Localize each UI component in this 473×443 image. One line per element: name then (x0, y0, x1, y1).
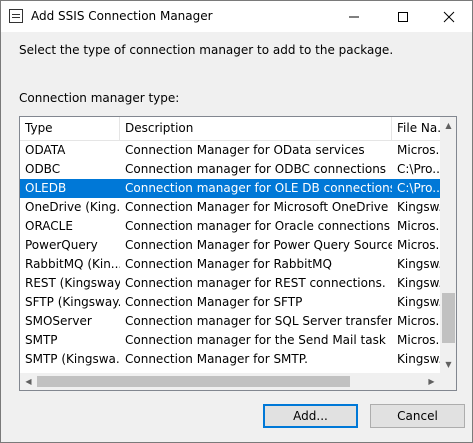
scroll-down-button[interactable]: ▼ (440, 356, 456, 373)
horizontal-scrollbar[interactable]: ◀ ▶ (20, 373, 440, 390)
column-header-description[interactable]: Description (120, 117, 392, 140)
row-description: Connection Manager for RabbitMQ (125, 257, 332, 271)
list-row[interactable]: SMTP Connection manager for the Send Mai… (20, 331, 440, 350)
list-row[interactable]: ODATA Connection Manager for OData servi… (20, 141, 440, 160)
row-file: Kingsw... (397, 200, 440, 214)
row-description: Connection manager for Oracle connection… (125, 219, 391, 233)
horizontal-scroll-thumb[interactable] (37, 376, 350, 387)
connection-type-list[interactable]: Type Description File Na... ODATA Connec… (19, 116, 457, 391)
column-header-file[interactable]: File Na... (392, 117, 440, 140)
list-row[interactable]: SMOServer Connection manager for SQL Ser… (20, 312, 440, 331)
row-type: PowerQuery (25, 238, 98, 252)
row-file: Kingsw... (397, 257, 440, 271)
column-header-type[interactable]: Type (20, 117, 120, 140)
row-description: Connection Manager for OData services (125, 143, 365, 157)
row-file: C:\Pro... (397, 181, 440, 195)
chevron-right-icon: ▶ (428, 377, 435, 386)
row-description: Connection manager for REST connections. (125, 276, 386, 290)
chevron-down-icon: ▼ (445, 360, 452, 369)
close-icon (443, 11, 455, 22)
row-type: ODATA (25, 143, 66, 157)
row-type: OLEDB (25, 181, 67, 195)
title-bar: Add SSIS Connection Manager (1, 1, 472, 32)
instruction-text: Select the type of connection manager to… (19, 43, 394, 57)
scroll-up-button[interactable]: ▲ (440, 117, 456, 134)
row-description: Connection manager for ODBC connections (125, 162, 387, 176)
scrollbar-corner (440, 373, 456, 390)
row-file: Micros... (397, 238, 440, 252)
list-row-selected[interactable]: OLEDB Connection manager for OLE DB conn… (20, 179, 440, 198)
list-row[interactable]: ORACLE Connection manager for Oracle con… (20, 217, 440, 236)
maximize-icon (398, 11, 408, 22)
close-button[interactable] (426, 1, 472, 32)
scroll-right-button[interactable]: ▶ (423, 373, 440, 390)
row-description: Connection Manager for SFTP (125, 295, 303, 309)
row-type: REST (Kingsway... (25, 276, 120, 290)
list-row[interactable]: PowerQuery Connection Manager for Power … (20, 236, 440, 255)
row-file: Kingsw... (397, 295, 440, 309)
row-type: ODBC (25, 162, 61, 176)
row-type: SMOServer (25, 314, 92, 328)
row-description: Connection manager for the Send Mail tas… (125, 333, 386, 347)
window-title: Add SSIS Connection Manager (31, 9, 213, 23)
cancel-button[interactable]: Cancel (370, 404, 465, 428)
dialog-icon (9, 9, 23, 23)
row-type: OneDrive (King... (25, 200, 120, 214)
chevron-up-icon: ▲ (445, 121, 452, 130)
row-type: SMTP (25, 333, 58, 347)
list-row[interactable]: ODBC Connection manager for ODBC connect… (20, 160, 440, 179)
list-body: ODATA Connection Manager for OData servi… (20, 141, 440, 373)
row-description: Connection manager for SQL Server transf… (125, 314, 392, 328)
chevron-left-icon: ◀ (25, 377, 32, 386)
row-description: Connection Manager for Power Query Sourc… (125, 238, 392, 252)
row-description: Connection manager for OLE DB connection… (125, 181, 392, 195)
scroll-left-button[interactable]: ◀ (20, 373, 37, 390)
row-description: Connection Manager for Microsoft OneDriv… (125, 200, 389, 214)
row-file: Micros... (397, 333, 440, 347)
list-row[interactable]: SFTP (Kingsway... Connection Manager for… (20, 293, 440, 312)
row-file: Micros... (397, 143, 440, 157)
row-file: C:\Pro... (397, 162, 440, 176)
row-file: Micros... (397, 219, 440, 233)
list-label: Connection manager type: (19, 91, 180, 105)
row-type: ORACLE (25, 219, 73, 233)
list-row[interactable]: REST (Kingsway... Connection manager for… (20, 274, 440, 293)
row-type: SFTP (Kingsway... (25, 295, 120, 309)
maximize-button[interactable] (380, 1, 426, 32)
minimize-icon (349, 16, 359, 17)
list-row[interactable]: RabbitMQ (Kin... Connection Manager for … (20, 255, 440, 274)
vertical-scroll-thumb[interactable] (442, 293, 455, 343)
row-description: Connection Manager for SMTP. (125, 352, 308, 366)
row-type: RabbitMQ (Kin... (25, 257, 120, 271)
vertical-scrollbar[interactable]: ▲ ▼ (440, 117, 456, 373)
minimize-button[interactable] (331, 1, 377, 32)
row-file: Kingsw... (397, 352, 440, 366)
row-type: SMTP (Kingswa... (25, 352, 120, 366)
dialog-window: Add SSIS Connection Manager Select the t… (0, 0, 473, 443)
list-row[interactable]: OneDrive (King... Connection Manager for… (20, 198, 440, 217)
list-header: Type Description File Na... (20, 117, 440, 141)
row-file: Micros... (397, 314, 440, 328)
list-row[interactable]: SMTP (Kingswa... Connection Manager for … (20, 350, 440, 369)
row-file: Kingsw... (397, 276, 440, 290)
add-button[interactable]: Add... (263, 404, 358, 428)
